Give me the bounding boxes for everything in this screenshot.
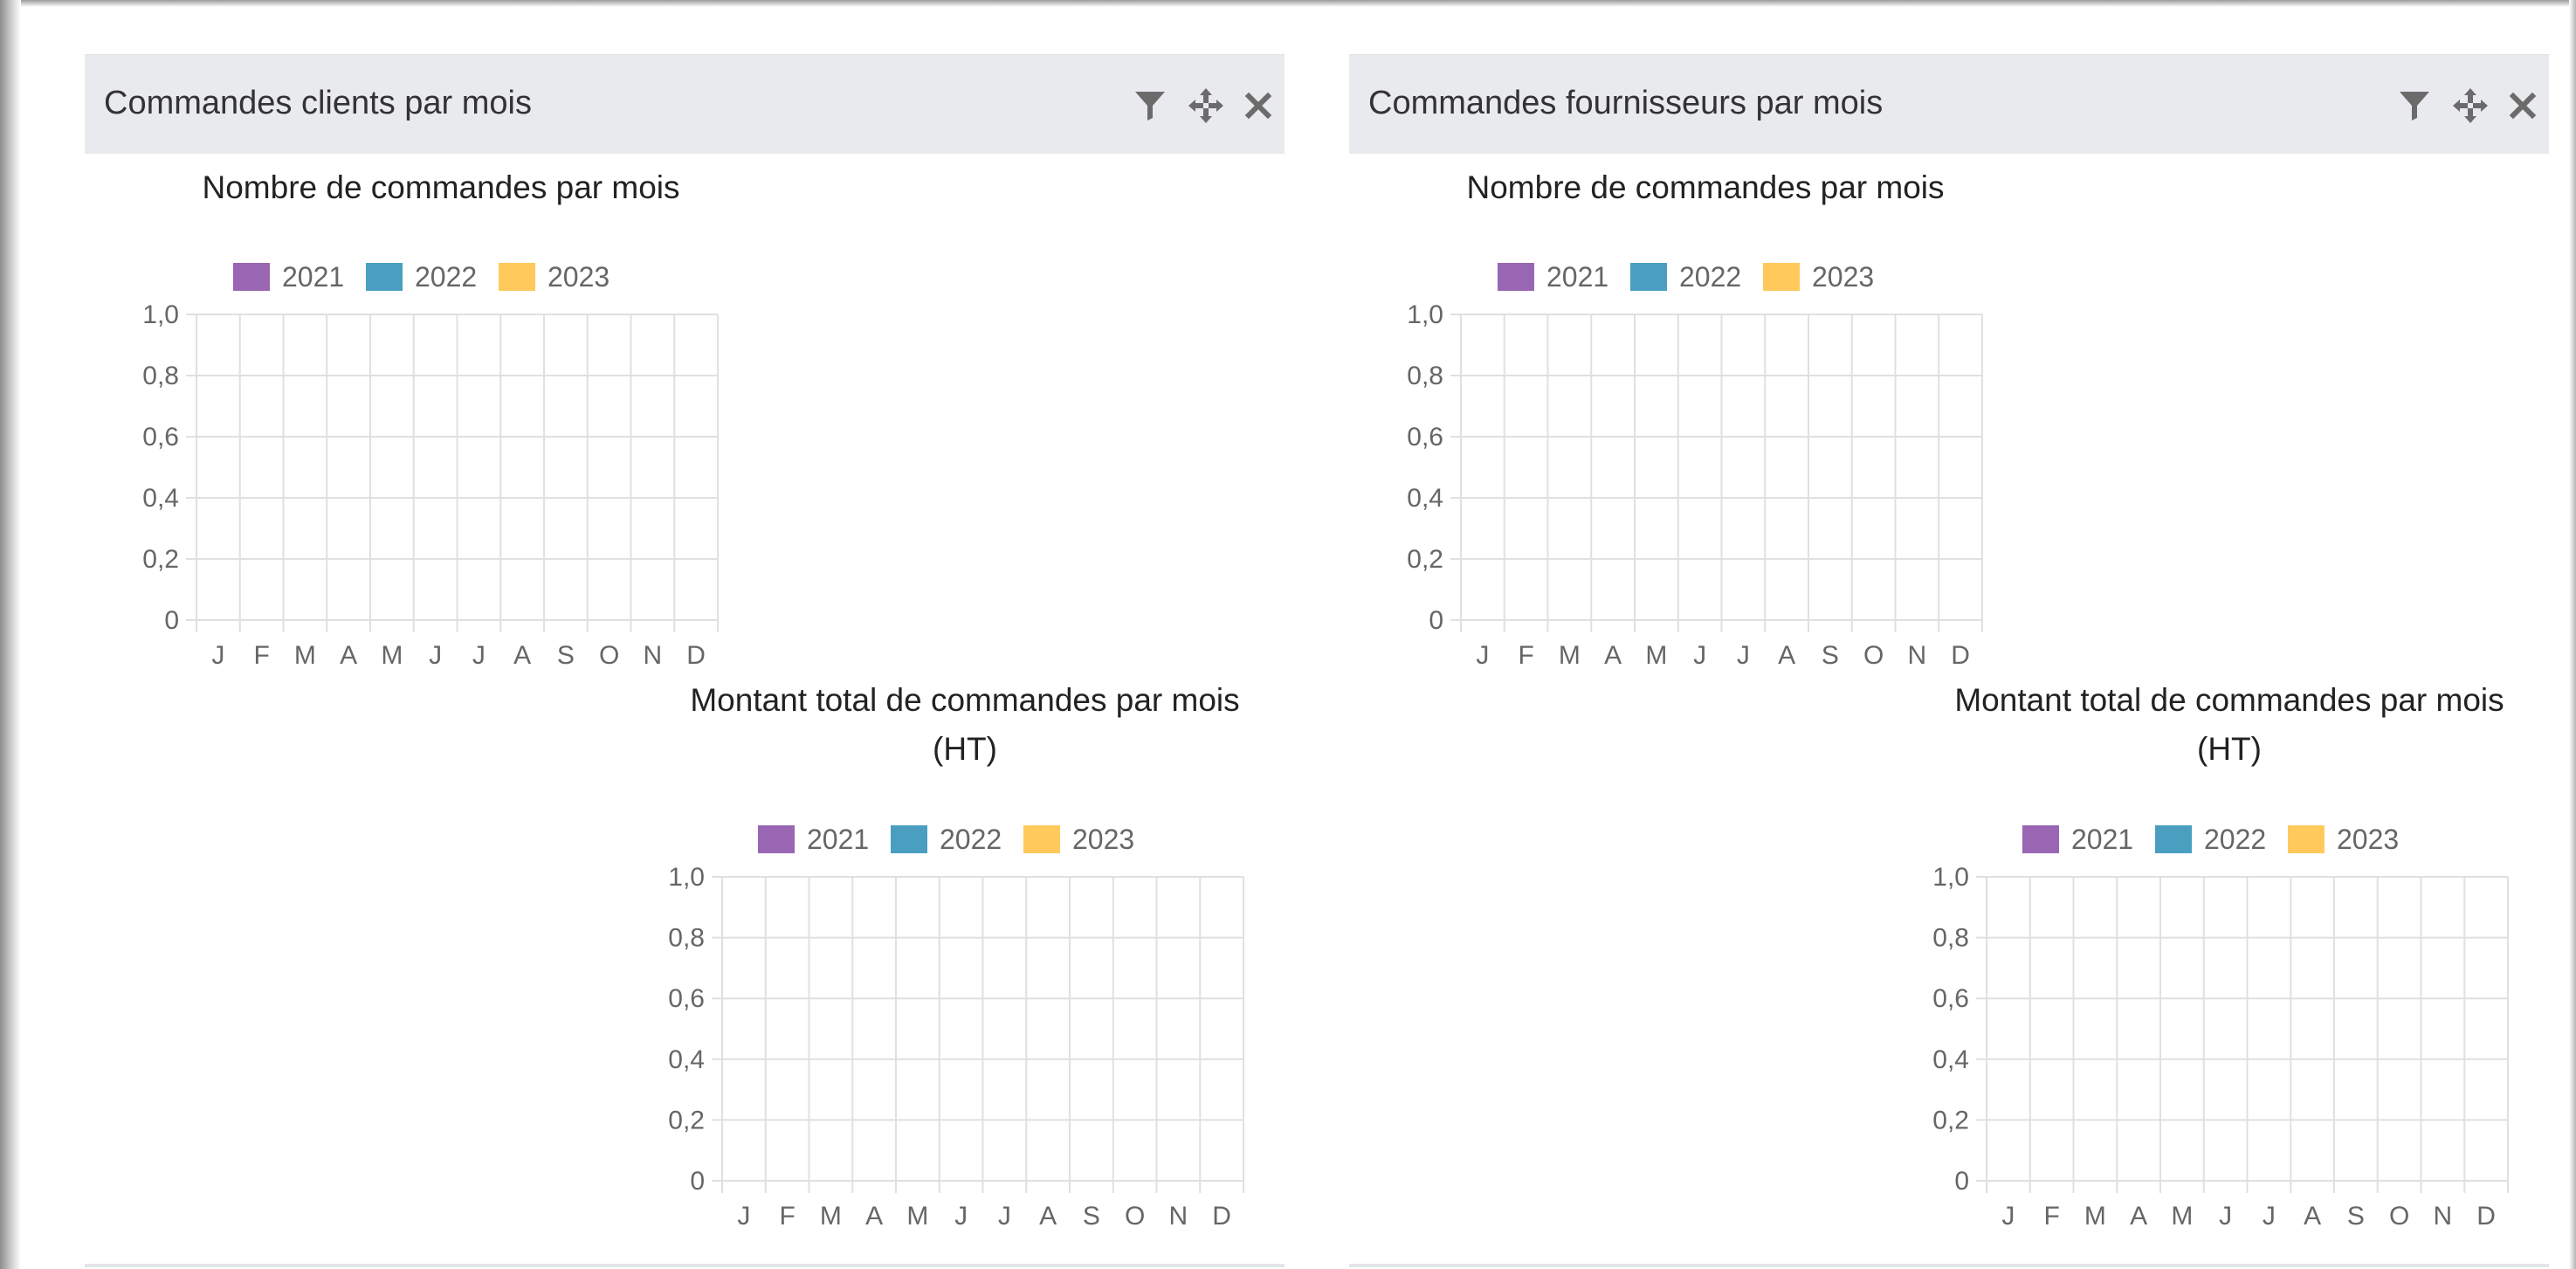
chart-orders-amount-suppliers: Montant total de commandes par mois (HT) 2… [1932,682,2509,1231]
x-tick-label: N [2434,1202,2453,1231]
legend-item-2021[interactable]: 2021 [758,824,869,855]
x-tick-label: N [1169,1202,1188,1231]
widget-customer-orders: Commandes clients par mois Nombre de com… [85,54,1285,1269]
chart-orders-amount-customers: Montant total de commandes par mois (HT) 2… [668,682,1244,1231]
legend-item-2023[interactable]: 2023 [1023,824,1134,855]
window-frame-right [2569,0,2576,1269]
legend-label: 2021 [807,824,869,855]
widget-footer-divider [1349,1264,2549,1267]
x-tick-label: S [2347,1202,2365,1231]
legend-swatch [2155,825,2192,853]
widget-supplier-orders: Commandes fournisseurs par mois Nombre d… [1349,54,2549,1269]
widget-footer-divider [85,1264,1285,1267]
y-tick-label: 0 [1954,1167,1969,1196]
y-tick-label: 0,6 [668,984,705,1013]
x-tick-label: M [906,1202,928,1231]
x-tick-label: M [2084,1202,2106,1231]
y-tick-label: 1,0 [668,863,705,892]
legend-label: 2021 [2071,824,2133,855]
x-tick-label: D [2476,1202,2496,1231]
y-tick-label: 0,4 [668,1045,705,1074]
legend-label: 2022 [940,824,1002,855]
x-tick-label: A [1039,1202,1057,1231]
chart-title: (HT) [2197,731,2262,767]
x-tick-label: S [1083,1202,1100,1231]
window-frame-left [0,0,21,1269]
chart-title: Montant total de commandes par mois [690,682,1239,718]
y-tick-label: 1,0 [1932,863,1969,892]
x-tick-label: J [2001,1202,2015,1231]
x-tick-label: J [737,1202,750,1231]
y-tick-label: 0 [690,1167,705,1196]
y-tick-label: 0,2 [668,1106,705,1135]
x-tick-label: F [2043,1202,2059,1231]
legend-label: 2023 [2337,824,2399,855]
legend-swatch [891,825,927,853]
x-tick-label: A [2304,1202,2321,1231]
window-frame-top [0,0,2576,7]
x-tick-label: M [820,1202,842,1231]
legend-swatch [758,825,795,853]
legend-label: 2023 [1072,824,1134,855]
x-tick-label: M [2171,1202,2193,1231]
x-tick-label: A [865,1202,883,1231]
x-tick-label: F [779,1202,795,1231]
y-tick-label: 0,8 [668,924,705,953]
legend-item-2023[interactable]: 2023 [2288,824,2399,855]
x-tick-label: O [1125,1202,1145,1231]
x-tick-label: A [2130,1202,2147,1231]
chart-title: Montant total de commandes par mois [1954,682,2504,718]
x-tick-label: J [2219,1202,2232,1231]
y-tick-label: 0,4 [1932,1045,1969,1074]
x-tick-label: O [2389,1202,2409,1231]
y-tick-label: 0,6 [1932,984,1969,1013]
legend-label: 2022 [2204,824,2266,855]
x-tick-label: J [998,1202,1011,1231]
y-tick-label: 0,2 [1932,1106,1969,1135]
legend-item-2022[interactable]: 2022 [2155,824,2266,855]
y-tick-label: 0,8 [1932,924,1969,953]
legend-swatch [2288,825,2325,853]
x-tick-label: D [1212,1202,1231,1231]
legend-item-2021[interactable]: 2021 [2022,824,2133,855]
legend-item-2022[interactable]: 2022 [891,824,1002,855]
x-tick-label: J [2263,1202,2276,1231]
legend-swatch [1023,825,1060,853]
chart-title: (HT) [933,731,997,767]
legend-swatch [2022,825,2059,853]
x-tick-label: J [954,1202,968,1231]
